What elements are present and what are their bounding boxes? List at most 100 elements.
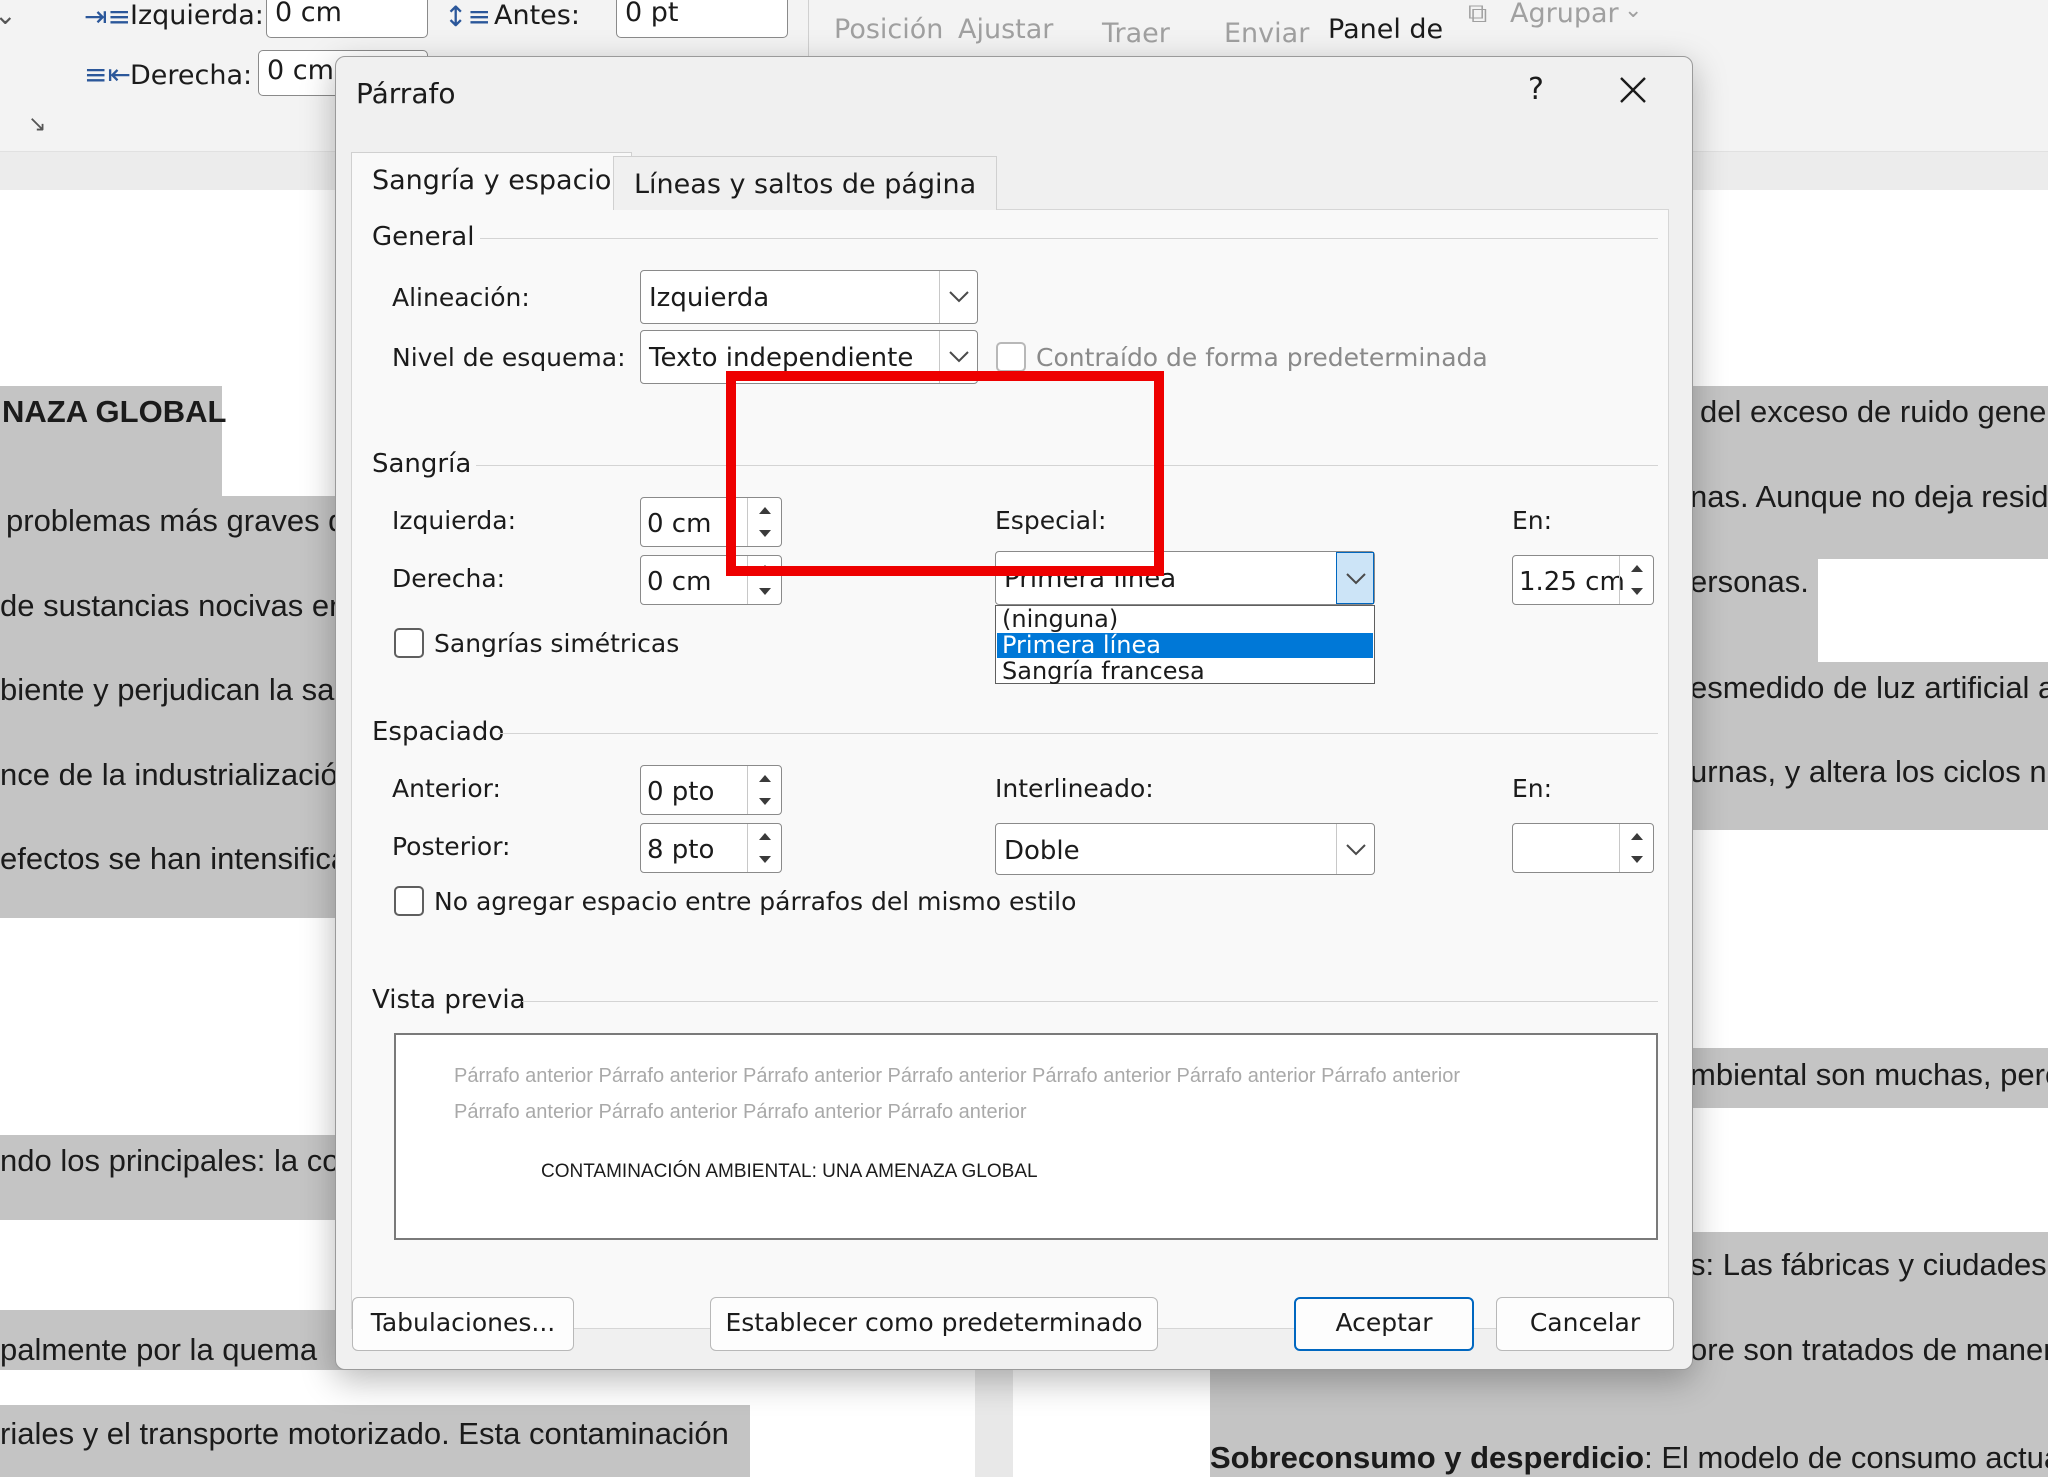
- section-preview: Vista previa: [372, 985, 526, 1015]
- ribbon-left-indent-label: Izquierda:: [130, 0, 264, 31]
- spacing-before-decrement[interactable]: [747, 790, 781, 814]
- no-space-same-style-label: No agregar espacio entre párrafos del mi…: [434, 887, 1077, 916]
- arrow-down-icon: [1631, 588, 1643, 595]
- separator: [498, 733, 1658, 734]
- red-highlight-box: [726, 371, 1164, 576]
- group-button[interactable]: Agrupar: [1510, 0, 1619, 29]
- position-button[interactable]: Posición: [834, 14, 943, 45]
- doc-line: s: Las fábricas y ciudades g: [1690, 1247, 2048, 1282]
- arrow-down-icon: [759, 798, 771, 805]
- tab-indent-spacing[interactable]: Sangría y espacio: [351, 152, 633, 210]
- line-spacing-select[interactable]: Doble: [995, 823, 1375, 875]
- doc-line: nce de la industrialización: [0, 757, 355, 792]
- preview-previous-line: Párrafo anterior Párrafo anterior Párraf…: [454, 1065, 1461, 1087]
- indent-by-decrement[interactable]: [1619, 580, 1653, 604]
- line-spacing-at-increment[interactable]: [1619, 824, 1653, 848]
- spacing-after-spinner[interactable]: 8 pto: [640, 823, 782, 873]
- dialog-launcher-icon[interactable]: ↘: [28, 112, 46, 137]
- ribbon-left-indent-value: 0 cm: [275, 0, 342, 28]
- arrow-up-icon: [759, 775, 771, 782]
- doc-line: ersonas.: [1690, 564, 1809, 599]
- indent-left-label: Izquierda:: [392, 506, 516, 535]
- special-options-list[interactable]: (ninguna) Primera línea Sangría francesa: [995, 605, 1375, 684]
- indent-right-icon: ≡⇤: [84, 58, 131, 91]
- dialog-title: Párrafo: [356, 77, 456, 110]
- spacing-before-increment[interactable]: [747, 766, 781, 790]
- wrap-button[interactable]: Ajustar: [958, 14, 1053, 45]
- collapsed-default-checkbox[interactable]: [996, 342, 1026, 372]
- set-default-button[interactable]: Establecer como predeterminado: [710, 1297, 1158, 1351]
- tab-line-page-breaks[interactable]: Líneas y saltos de página: [613, 156, 998, 210]
- line-spacing-at-decrement[interactable]: [1619, 848, 1653, 872]
- doc-line: esmedido de luz artificial a: [1690, 670, 2048, 705]
- special-dropdown-button[interactable]: [1336, 552, 1374, 604]
- mirror-indents-label: Sangrías simétricas: [434, 629, 680, 658]
- line-spacing-dropdown-button[interactable]: [1336, 824, 1374, 874]
- alignment-select[interactable]: Izquierda: [640, 270, 978, 324]
- doc-line: nas. Aunque no deja resid: [1690, 479, 2048, 514]
- outline-level-label: Nivel de esquema:: [392, 343, 626, 372]
- spacing-before-label: Anterior:: [392, 774, 501, 803]
- tab-label: Líneas y saltos de página: [634, 169, 977, 200]
- section-spacing: Espaciado: [372, 717, 505, 747]
- spacing-before-icon: ↕≡: [444, 0, 491, 33]
- special-option-first-line[interactable]: Primera línea: [997, 633, 1373, 658]
- group-icon: ⧉: [1468, 0, 1488, 29]
- arrow-up-icon: [759, 833, 771, 840]
- doc-line: de sustancias nocivas en: [0, 588, 347, 623]
- send-backward-button[interactable]: Enviar: [1224, 18, 1309, 49]
- doc-bold-term: Sobreconsumo y desperdicio: [1210, 1440, 1645, 1475]
- bring-forward-button[interactable]: Traer: [1102, 18, 1170, 49]
- indent-by-increment[interactable]: [1619, 556, 1653, 580]
- line-spacing-at-spinner[interactable]: [1512, 823, 1654, 873]
- arrow-up-icon: [1631, 833, 1643, 840]
- cancel-button[interactable]: Cancelar: [1496, 1297, 1674, 1351]
- no-space-same-style-checkbox[interactable]: [394, 886, 424, 916]
- alignment-dropdown-button[interactable]: [939, 271, 977, 323]
- doc-line: biente y perjudican la sa: [0, 672, 335, 707]
- doc-line: del exceso de ruido gener: [1700, 394, 2048, 429]
- doc-line: Sobreconsumo y desperdicio: El modelo de…: [1210, 1440, 2048, 1476]
- chevron-icon: ⌄: [0, 0, 17, 31]
- spacing-before-spinner[interactable]: 0 pto: [640, 765, 782, 815]
- chevron-down-icon: [949, 351, 969, 363]
- ok-button[interactable]: Aceptar: [1294, 1297, 1474, 1351]
- section-indentation: Sangría: [372, 449, 472, 479]
- chevron-down-icon: [1346, 573, 1366, 585]
- indent-by-spinner[interactable]: 1.25 cm: [1512, 555, 1654, 605]
- doc-line: riales y el transporte motorizado. Esta …: [0, 1416, 729, 1451]
- doc-line: NAZA GLOBAL: [2, 394, 227, 429]
- chevron-down-icon: [1346, 844, 1366, 856]
- section-general: General: [372, 222, 475, 252]
- ribbon-before-label: Antes:: [494, 0, 580, 31]
- separator: [522, 1001, 1658, 1002]
- ribbon-before-input[interactable]: 0 pt: [616, 0, 788, 38]
- outline-level-value: Texto independiente: [649, 343, 914, 373]
- alignment-label: Alineación:: [392, 283, 530, 312]
- doc-line: efectos se han intensifica: [0, 841, 349, 876]
- spacing-after-increment[interactable]: [747, 824, 781, 848]
- doc-line: problemas más graves d: [6, 503, 346, 538]
- spacing-after-value: 8 pto: [647, 835, 715, 865]
- preview-sample-text: CONTAMINACIÓN AMBIENTAL: UNA AMENAZA GLO…: [541, 1161, 1038, 1182]
- ribbon-right-indent-label: Derecha:: [130, 60, 253, 91]
- ribbon-left-indent-input[interactable]: 0 cm: [266, 0, 428, 38]
- special-option-hanging[interactable]: Sangría francesa: [997, 659, 1373, 684]
- selection-pane-button[interactable]: Panel de: [1328, 14, 1443, 45]
- indent-right-decrement[interactable]: [747, 580, 781, 604]
- close-icon: [1620, 77, 1646, 103]
- indent-by-label: En:: [1512, 506, 1553, 535]
- spacing-after-decrement[interactable]: [747, 848, 781, 872]
- tabs-button[interactable]: Tabulaciones...: [352, 1297, 574, 1351]
- tab-label: Sangría y espacio: [372, 165, 612, 196]
- doc-line: urnas, y altera los ciclos na: [1690, 754, 2048, 789]
- ribbon-right-indent-value: 0 cm: [267, 55, 334, 86]
- preview-previous-line: Párrafo anterior Párrafo anterior Párraf…: [454, 1101, 1027, 1123]
- doc-line: mbiental son muchas, pero: [1690, 1057, 2048, 1092]
- mirror-indents-checkbox[interactable]: [394, 628, 424, 658]
- close-button[interactable]: [1604, 65, 1662, 115]
- help-button[interactable]: ?: [1511, 65, 1561, 115]
- collapsed-default-label: Contraído de forma predeterminada: [1036, 343, 1488, 372]
- special-option-none[interactable]: (ninguna): [997, 607, 1373, 632]
- ribbon-before-value: 0 pt: [625, 0, 679, 28]
